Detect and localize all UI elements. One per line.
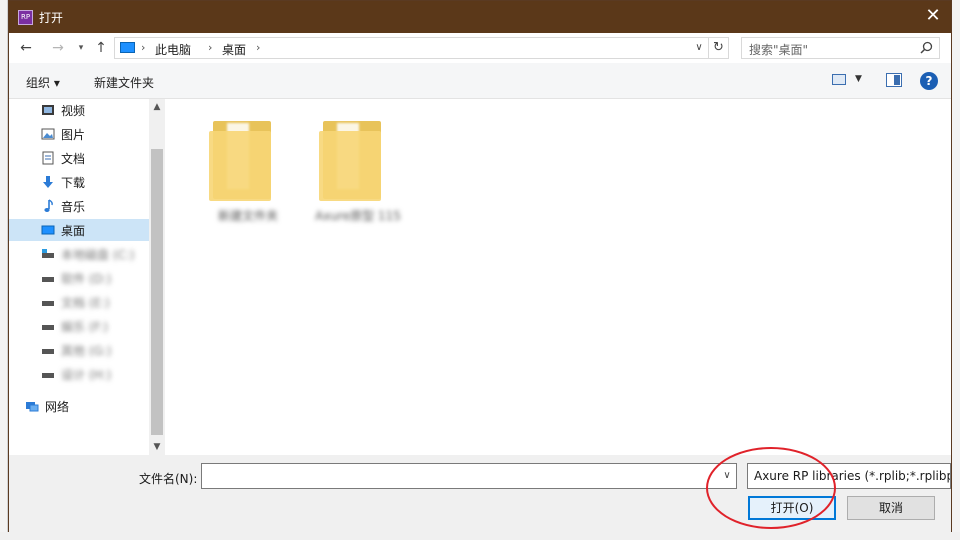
nav-item-label: 设计 (H:) [61, 368, 112, 382]
open-button[interactable]: 打开(O) [748, 496, 836, 520]
nav-item-label: 音乐 [61, 200, 86, 214]
file-type-filter-value: Axure RP libraries (*.rplib;*.rplibprj) [754, 469, 951, 483]
breadcrumb-separator-icon[interactable]: › [256, 41, 260, 54]
nav-item-drive-c[interactable]: 本地磁盘 (C:) [9, 243, 149, 265]
documents-icon [42, 151, 54, 165]
nav-item-label: 网络 [45, 400, 70, 414]
dialog-title: 打开 [39, 11, 64, 25]
nav-item-drive-f[interactable]: 娱乐 (F:) [9, 315, 149, 337]
drive-icon [42, 249, 54, 258]
folder-item[interactable]: Axure原型 115 [311, 113, 401, 223]
nav-item-drive-e[interactable]: 文档 (E:) [9, 291, 149, 313]
background-app-bottom [0, 532, 960, 540]
back-arrow-icon[interactable]: ← [17, 39, 35, 57]
forward-arrow-icon[interactable]: → [49, 39, 67, 57]
desktop-icon [41, 225, 55, 235]
search-input[interactable]: 搜索"桌面" [741, 37, 940, 59]
folder-label: 新建文件夹 [217, 209, 278, 223]
filename-history-chevron-icon[interactable]: ∨ [718, 464, 736, 488]
background-app-left [0, 0, 8, 540]
drive-icon [42, 373, 54, 378]
nav-item-label: 软件 (D:) [61, 272, 112, 286]
nav-item-label: 娱乐 (F:) [61, 320, 109, 334]
navigation-pane: 视频 图片 文档 下载 音乐 桌面 本地磁盘 (C:) 软件 (D:) 文档 (… [9, 99, 165, 455]
pictures-icon [41, 128, 55, 140]
video-icon [42, 105, 54, 115]
scroll-up-icon[interactable]: ▲ [149, 99, 165, 115]
breadcrumb-separator-icon[interactable]: › [208, 41, 212, 54]
drive-icon [42, 277, 54, 282]
breadcrumb-desktop[interactable]: 桌面 [222, 41, 246, 58]
breadcrumb-this-pc[interactable]: 此电脑 [155, 41, 191, 58]
download-icon [43, 176, 53, 188]
folder-icon-front [209, 131, 271, 201]
change-view-icon[interactable] [832, 74, 846, 85]
drive-icon [42, 301, 54, 306]
address-bar[interactable]: › 此电脑 › 桌面 › ∨ [114, 37, 709, 59]
nav-item-downloads[interactable]: 下载 [9, 171, 149, 193]
recent-locations-chevron-icon[interactable]: ▾ [72, 39, 90, 57]
nav-item-music[interactable]: 音乐 [9, 195, 149, 217]
filename-label: 文件名(N): [139, 472, 198, 486]
open-file-dialog: RP 打开 ✕ ← → ▾ ↑ › 此电脑 › 桌面 › ∨ ↻ 搜索"桌面" … [8, 0, 952, 532]
close-icon[interactable]: ✕ [921, 5, 945, 29]
title-bar[interactable]: RP 打开 ✕ [9, 1, 951, 33]
nav-item-documents[interactable]: 文档 [9, 147, 149, 169]
drive-icon [42, 349, 54, 354]
nav-item-pictures[interactable]: 图片 [9, 123, 149, 145]
nav-item-label: 下载 [61, 176, 86, 190]
drive-icon [42, 325, 54, 330]
folder-label: Axure原型 115 [315, 209, 401, 223]
navigation-row: ← → ▾ ↑ › 此电脑 › 桌面 › ∨ ↻ 搜索"桌面" [9, 33, 951, 63]
search-icon [920, 41, 933, 54]
nav-item-label: 文档 [61, 152, 86, 166]
nav-item-drive-g[interactable]: 其他 (G:) [9, 339, 149, 361]
nav-item-label: 视频 [61, 104, 86, 118]
nav-pane-scrollbar[interactable]: ▲ ▼ [149, 99, 165, 455]
scroll-down-icon[interactable]: ▼ [149, 439, 165, 455]
nav-item-label: 本地磁盘 (C:) [61, 248, 135, 262]
command-toolbar: 组织 ▾ 新建文件夹 ▼ ? [9, 63, 951, 99]
file-list-area[interactable]: 新建文件夹 Axure原型 115 [165, 99, 951, 455]
filename-input[interactable] [201, 463, 737, 489]
music-icon [44, 199, 53, 212]
refresh-icon[interactable]: ↻ [709, 37, 729, 59]
up-arrow-icon[interactable]: ↑ [92, 39, 110, 57]
folder-item[interactable]: 新建文件夹 [201, 113, 279, 223]
folder-icon-front [319, 131, 381, 201]
nav-item-label: 文档 (E:) [61, 296, 110, 310]
help-icon[interactable]: ? [920, 72, 938, 90]
background-app-right [952, 0, 960, 540]
nav-item-drive-h[interactable]: 设计 (H:) [9, 363, 149, 385]
nav-item-drive-d[interactable]: 软件 (D:) [9, 267, 149, 289]
search-placeholder: 搜索"桌面" [749, 43, 809, 57]
file-type-filter-select[interactable]: Axure RP libraries (*.rplib;*.rplibprj) [747, 463, 951, 489]
nav-item-label: 其他 (G:) [61, 344, 112, 358]
axure-app-icon: RP [18, 10, 33, 25]
this-pc-icon [120, 42, 135, 53]
organize-menu-button[interactable]: 组织 ▾ [26, 74, 60, 91]
chevron-down-icon[interactable]: ∨ [690, 38, 708, 58]
view-options-chevron-icon[interactable]: ▼ [855, 74, 862, 84]
network-icon [26, 402, 39, 412]
breadcrumb-separator-icon[interactable]: › [141, 41, 145, 54]
nav-item-label: 图片 [61, 128, 86, 142]
preview-pane-icon[interactable] [886, 73, 902, 87]
nav-item-network[interactable]: 网络 [0, 395, 149, 417]
new-folder-button[interactable]: 新建文件夹 [94, 74, 154, 91]
nav-item-label: 桌面 [61, 224, 86, 238]
nav-item-desktop[interactable]: 桌面 [9, 219, 149, 241]
cancel-button[interactable]: 取消 [847, 496, 935, 520]
nav-item-videos[interactable]: 视频 [9, 99, 149, 121]
scrollbar-thumb[interactable] [151, 149, 163, 435]
dialog-footer: 文件名(N): ∨ Axure RP libraries (*.rplib;*.… [9, 455, 951, 532]
